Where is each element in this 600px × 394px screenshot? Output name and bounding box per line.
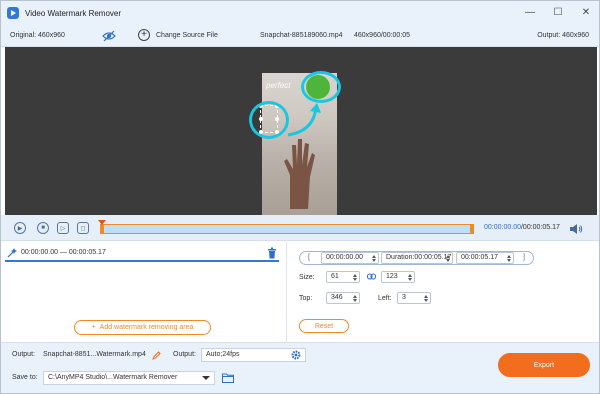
playback-bar: ▶ ■ ▷ ◻ 00:00:00.00/00:00:05.17 — [1, 215, 599, 241]
set-end-bracket[interactable]: ] — [523, 254, 525, 261]
reset-button[interactable]: Reset — [299, 319, 349, 333]
output-file-label: Output: — [12, 351, 35, 358]
plus-circle-icon: + — [138, 29, 150, 41]
eye-slash-icon[interactable] — [102, 30, 116, 42]
trash-icon[interactable] — [267, 247, 277, 259]
clip-list-panel: 00:00:00.00 — 00:00:05.17 + Add watermar… — [1, 242, 287, 342]
top-label: Top: — [299, 295, 313, 302]
chevron-down-icon — [202, 376, 210, 380]
output-resolution: Output: 460x960 — [537, 32, 589, 39]
export-button[interactable]: Export — [498, 353, 590, 377]
minimize-button[interactable]: — — [525, 6, 535, 18]
file-name: Snapchat-885189060.mp4 — [260, 32, 343, 39]
app-title: Video Watermark Remover — [25, 8, 122, 18]
loop-button[interactable]: ◻ — [77, 222, 89, 234]
title-bar: Video Watermark Remover — ☐ ✕ — [1, 1, 599, 25]
plus-icon: + — [91, 324, 96, 331]
clip-time-range: 00:00:00.00 — 00:00:05.17 — [21, 249, 106, 256]
link-aspect-icon[interactable] — [367, 273, 376, 280]
width-input[interactable]: 61 — [326, 271, 360, 283]
folder-icon[interactable] — [222, 372, 234, 383]
play-button[interactable]: ▶ — [14, 222, 26, 234]
magic-wand-icon — [7, 248, 17, 258]
app-window: Video Watermark Remover — ☐ ✕ Original: … — [0, 0, 600, 394]
arrow-icon — [287, 103, 321, 137]
size-label: Size: — [299, 274, 315, 281]
stop-button[interactable]: ■ — [37, 222, 49, 234]
end-time-input[interactable]: 00:00:05.17 — [456, 252, 514, 264]
set-start-bracket[interactable]: [ — [308, 254, 310, 261]
playback-time: 00:00:00.00/00:00:05.17 — [484, 224, 560, 231]
highlight-circle-sticker — [301, 71, 341, 103]
hand-image — [284, 139, 315, 209]
trim-start-handle[interactable] — [101, 225, 104, 233]
gear-icon[interactable] — [291, 350, 301, 360]
timeline-track[interactable] — [100, 224, 474, 234]
original-resolution: Original: 460x960 — [10, 32, 65, 39]
trim-end-handle[interactable] — [470, 225, 473, 233]
height-input[interactable]: 123 — [381, 271, 415, 283]
clip-item[interactable]: 00:00:00.00 — 00:00:05.17 — [5, 246, 279, 262]
edit-pencil-icon[interactable] — [152, 351, 161, 360]
file-dimensions-duration: 460x960/00:00:05 — [354, 32, 411, 39]
highlight-circle-selection — [249, 101, 289, 139]
volume-icon[interactable] — [569, 224, 583, 234]
watermark-text: perfect — [266, 81, 291, 90]
info-bar: Original: 460x960 + Change Source File S… — [1, 25, 599, 47]
left-input[interactable]: 3 — [397, 292, 431, 304]
save-path-dropdown[interactable]: C:\AnyMP4 Studio\...Watermark Remover — [43, 371, 215, 385]
change-source-label: Change Source File — [156, 31, 218, 39]
output-bar: Output: Snapchat-8851...Watermark.mp4 Ou… — [1, 342, 599, 393]
maximize-button[interactable]: ☐ — [553, 6, 563, 18]
top-input[interactable]: 346 — [326, 292, 360, 304]
add-area-label: Add watermark removing area — [99, 324, 194, 331]
duration-input[interactable]: Duration:00:00:05.17 — [381, 252, 453, 264]
start-time-input[interactable]: 00:00:00.00 — [321, 252, 379, 264]
app-logo-icon — [7, 7, 19, 19]
add-watermark-area-button[interactable]: + Add watermark removing area — [74, 320, 211, 335]
save-to-label: Save to: — [12, 374, 38, 381]
next-frame-button[interactable]: ▷ — [57, 222, 69, 234]
close-button[interactable]: ✕ — [581, 6, 591, 18]
change-source-button[interactable]: + Change Source File — [138, 29, 218, 41]
left-label: Left: — [378, 295, 392, 302]
output-format-label: Output: — [173, 351, 196, 358]
output-file-name: Snapchat-8851...Watermark.mp4 — [43, 351, 146, 358]
